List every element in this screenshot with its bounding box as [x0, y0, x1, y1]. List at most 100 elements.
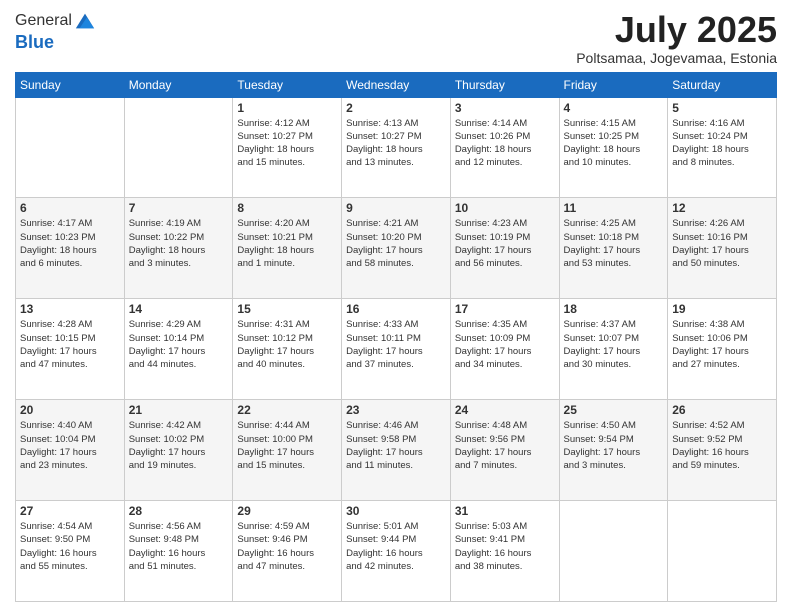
table-row	[16, 97, 125, 198]
table-row: 16Sunrise: 4:33 AMSunset: 10:11 PMDaylig…	[342, 299, 451, 400]
day-info: Sunrise: 4:44 AMSunset: 10:00 PMDaylight…	[237, 419, 337, 472]
table-row: 14 Sunrise: 4:29 AMSunset: 10:14 PMDaylig…	[124, 299, 233, 400]
day-info: Sunrise: 4:54 AMSunset: 9:50 PMDaylight:…	[20, 520, 120, 573]
logo-icon	[74, 10, 96, 32]
table-row: 15Sunrise: 4:31 AMSunset: 10:12 PMDaylig…	[233, 299, 342, 400]
day-info: Sunrise: 4:40 AMSunset: 10:04 PMDaylight…	[20, 419, 120, 472]
day-info: Sunrise: 4:35 AMSunset: 10:09 PMDaylight…	[455, 318, 555, 371]
table-row	[668, 501, 777, 602]
day-number: 2	[346, 101, 446, 115]
day-info: Sunrise: 4:59 AMSunset: 9:46 PMDaylight:…	[237, 520, 337, 573]
day-number: 19	[672, 302, 772, 316]
table-row: 4 Sunrise: 4:15 AMSunset: 10:25 PMDayligh…	[559, 97, 668, 198]
day-number: 5	[672, 101, 772, 115]
table-row: 22Sunrise: 4:44 AMSunset: 10:00 PMDaylig…	[233, 400, 342, 501]
day-info: Sunrise: 4:14 AMSunset: 10:26 PMDaylight…	[455, 117, 555, 170]
day-info: Sunrise: 4:25 AMSunset: 10:18 PMDaylight…	[564, 217, 664, 270]
day-info: Sunrise: 4:20 AMSunset: 10:21 PMDaylight…	[237, 217, 337, 270]
day-number: 4	[564, 101, 664, 115]
day-number: 14	[129, 302, 229, 316]
day-info: Sunrise: 4:46 AMSunset: 9:58 PMDaylight:…	[346, 419, 446, 472]
calendar-table: Sunday Monday Tuesday Wednesday Thursday…	[15, 72, 777, 602]
table-row: 29 Sunrise: 4:59 AMSunset: 9:46 PMDayligh…	[233, 501, 342, 602]
header-tuesday: Tuesday	[233, 72, 342, 97]
table-row: 9Sunrise: 4:21 AMSunset: 10:20 PMDayligh…	[342, 198, 451, 299]
header-monday: Monday	[124, 72, 233, 97]
day-number: 31	[455, 504, 555, 518]
table-row: 20Sunrise: 4:40 AMSunset: 10:04 PMDaylig…	[16, 400, 125, 501]
day-number: 7	[129, 201, 229, 215]
day-number: 13	[20, 302, 120, 316]
table-row: 12 Sunrise: 4:26 AMSunset: 10:16 PMDaylig…	[668, 198, 777, 299]
day-info: Sunrise: 5:01 AMSunset: 9:44 PMDaylight:…	[346, 520, 446, 573]
day-info: Sunrise: 4:29 AMSunset: 10:14 PMDaylight…	[129, 318, 229, 371]
day-number: 8	[237, 201, 337, 215]
calendar-week-row: 1 Sunrise: 4:12 AMSunset: 10:27 PMDayligh…	[16, 97, 777, 198]
day-number: 28	[129, 504, 229, 518]
table-row: 25 Sunrise: 4:50 AMSunset: 9:54 PMDayligh…	[559, 400, 668, 501]
table-row: 2 Sunrise: 4:13 AMSunset: 10:27 PMDayligh…	[342, 97, 451, 198]
day-number: 12	[672, 201, 772, 215]
day-info: Sunrise: 4:26 AMSunset: 10:16 PMDaylight…	[672, 217, 772, 270]
day-info: Sunrise: 4:16 AMSunset: 10:24 PMDaylight…	[672, 117, 772, 170]
table-row: 24 Sunrise: 4:48 AMSunset: 9:56 PMDayligh…	[450, 400, 559, 501]
day-number: 24	[455, 403, 555, 417]
day-number: 25	[564, 403, 664, 417]
table-row: 31 Sunrise: 5:03 AMSunset: 9:41 PMDayligh…	[450, 501, 559, 602]
table-row: 10Sunrise: 4:23 AMSunset: 10:19 PMDaylig…	[450, 198, 559, 299]
table-row: 18Sunrise: 4:37 AMSunset: 10:07 PMDaylig…	[559, 299, 668, 400]
day-number: 21	[129, 403, 229, 417]
header-thursday: Thursday	[450, 72, 559, 97]
day-number: 1	[237, 101, 337, 115]
table-row: 1 Sunrise: 4:12 AMSunset: 10:27 PMDayligh…	[233, 97, 342, 198]
table-row: 23 Sunrise: 4:46 AMSunset: 9:58 PMDayligh…	[342, 400, 451, 501]
table-row: 13Sunrise: 4:28 AMSunset: 10:15 PMDaylig…	[16, 299, 125, 400]
table-row: 26 Sunrise: 4:52 AMSunset: 9:52 PMDayligh…	[668, 400, 777, 501]
day-info: Sunrise: 4:17 AMSunset: 10:23 PMDaylight…	[20, 217, 120, 270]
table-row: 27 Sunrise: 4:54 AMSunset: 9:50 PMDayligh…	[16, 501, 125, 602]
table-row: 5 Sunrise: 4:16 AMSunset: 10:24 PMDayligh…	[668, 97, 777, 198]
day-number: 26	[672, 403, 772, 417]
logo-blue-text: Blue	[15, 32, 96, 53]
title-block: July 2025 Poltsamaa, Jogevamaa, Estonia	[576, 10, 777, 66]
table-row	[124, 97, 233, 198]
table-row: 17 Sunrise: 4:35 AMSunset: 10:09 PMDaylig…	[450, 299, 559, 400]
day-info: Sunrise: 4:21 AMSunset: 10:20 PMDaylight…	[346, 217, 446, 270]
table-row: 21 Sunrise: 4:42 AMSunset: 10:02 PMDaylig…	[124, 400, 233, 501]
table-row: 11Sunrise: 4:25 AMSunset: 10:18 PMDaylig…	[559, 198, 668, 299]
header-wednesday: Wednesday	[342, 72, 451, 97]
table-row: 3 Sunrise: 4:14 AMSunset: 10:26 PMDayligh…	[450, 97, 559, 198]
logo: General Blue	[15, 10, 96, 53]
day-info: Sunrise: 4:12 AMSunset: 10:27 PMDaylight…	[237, 117, 337, 170]
day-info: Sunrise: 4:50 AMSunset: 9:54 PMDaylight:…	[564, 419, 664, 472]
day-number: 30	[346, 504, 446, 518]
table-row: 28 Sunrise: 4:56 AMSunset: 9:48 PMDayligh…	[124, 501, 233, 602]
table-row: 8 Sunrise: 4:20 AMSunset: 10:21 PMDayligh…	[233, 198, 342, 299]
table-row: 7 Sunrise: 4:19 AMSunset: 10:22 PMDayligh…	[124, 198, 233, 299]
calendar-week-row: 13Sunrise: 4:28 AMSunset: 10:15 PMDaylig…	[16, 299, 777, 400]
day-info: Sunrise: 4:15 AMSunset: 10:25 PMDaylight…	[564, 117, 664, 170]
day-number: 27	[20, 504, 120, 518]
day-info: Sunrise: 4:48 AMSunset: 9:56 PMDaylight:…	[455, 419, 555, 472]
logo-general-text: General	[15, 12, 72, 30]
day-number: 29	[237, 504, 337, 518]
day-number: 16	[346, 302, 446, 316]
day-number: 18	[564, 302, 664, 316]
day-number: 10	[455, 201, 555, 215]
header-sunday: Sunday	[16, 72, 125, 97]
day-info: Sunrise: 4:19 AMSunset: 10:22 PMDaylight…	[129, 217, 229, 270]
day-info: Sunrise: 4:56 AMSunset: 9:48 PMDaylight:…	[129, 520, 229, 573]
calendar-week-row: 27 Sunrise: 4:54 AMSunset: 9:50 PMDayligh…	[16, 501, 777, 602]
day-info: Sunrise: 4:52 AMSunset: 9:52 PMDaylight:…	[672, 419, 772, 472]
day-info: Sunrise: 4:13 AMSunset: 10:27 PMDaylight…	[346, 117, 446, 170]
header-saturday: Saturday	[668, 72, 777, 97]
day-number: 17	[455, 302, 555, 316]
day-number: 6	[20, 201, 120, 215]
table-row: 30 Sunrise: 5:01 AMSunset: 9:44 PMDayligh…	[342, 501, 451, 602]
day-info: Sunrise: 4:31 AMSunset: 10:12 PMDaylight…	[237, 318, 337, 371]
day-info: Sunrise: 5:03 AMSunset: 9:41 PMDaylight:…	[455, 520, 555, 573]
day-number: 23	[346, 403, 446, 417]
table-row: 19Sunrise: 4:38 AMSunset: 10:06 PMDaylig…	[668, 299, 777, 400]
day-info: Sunrise: 4:42 AMSunset: 10:02 PMDaylight…	[129, 419, 229, 472]
day-number: 3	[455, 101, 555, 115]
